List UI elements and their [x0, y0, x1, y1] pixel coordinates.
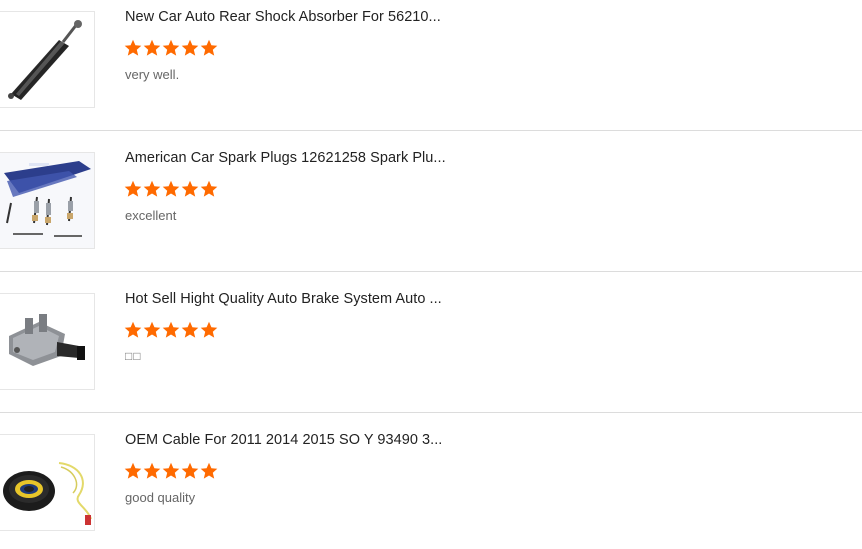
star-icon	[162, 462, 180, 480]
star-icon	[143, 321, 161, 339]
rating-stars	[124, 321, 218, 341]
product-thumbnail[interactable]	[0, 293, 95, 390]
star-icon	[181, 321, 199, 339]
star-icon	[200, 321, 218, 339]
rating-stars	[124, 462, 218, 482]
divider	[0, 130, 862, 131]
review-comment: excellent	[125, 208, 177, 223]
review-list: New Car Auto Rear Shock Absorber For 562…	[0, 0, 862, 549]
star-icon	[181, 462, 199, 480]
product-title[interactable]: New Car Auto Rear Shock Absorber For 562…	[125, 9, 441, 25]
divider	[0, 271, 862, 272]
rating-stars	[124, 39, 218, 59]
star-icon	[124, 462, 142, 480]
review-item: American Car Spark Plugs 12621258 Spark …	[0, 141, 862, 282]
product-thumbnail[interactable]	[0, 11, 95, 108]
star-icon	[181, 39, 199, 57]
rating-stars	[124, 180, 218, 200]
brake-master-cylinder-icon	[9, 314, 85, 366]
review-comment: good quality	[125, 490, 196, 505]
star-icon	[124, 180, 142, 198]
product-title[interactable]: Hot Sell Hight Quality Auto Brake System…	[125, 291, 442, 307]
star-icon	[162, 39, 180, 57]
star-icon	[200, 180, 218, 198]
star-icon	[124, 39, 142, 57]
review-item: OEM Cable For 2011 2014 2015 SO Y 93490 …	[0, 423, 862, 549]
spark-plugs-icon	[0, 153, 94, 248]
clock-spring-cable-icon	[3, 462, 92, 525]
star-icon	[162, 180, 180, 198]
star-icon	[200, 462, 218, 480]
review-comment: □□	[125, 349, 142, 363]
review-item: Hot Sell Hight Quality Auto Brake System…	[0, 282, 862, 423]
product-title[interactable]: OEM Cable For 2011 2014 2015 SO Y 93490 …	[125, 432, 442, 448]
star-icon	[143, 39, 161, 57]
review-item: New Car Auto Rear Shock Absorber For 562…	[0, 0, 862, 141]
product-thumbnail[interactable]	[0, 434, 95, 531]
star-icon	[200, 39, 218, 57]
review-comment: very well.	[125, 67, 180, 82]
shock-absorber-icon	[8, 20, 82, 100]
star-icon	[181, 180, 199, 198]
product-thumbnail[interactable]	[0, 152, 95, 249]
star-icon	[143, 180, 161, 198]
star-icon	[143, 462, 161, 480]
product-title[interactable]: American Car Spark Plugs 12621258 Spark …	[125, 150, 446, 166]
star-icon	[124, 321, 142, 339]
divider	[0, 412, 862, 413]
star-icon	[162, 321, 180, 339]
